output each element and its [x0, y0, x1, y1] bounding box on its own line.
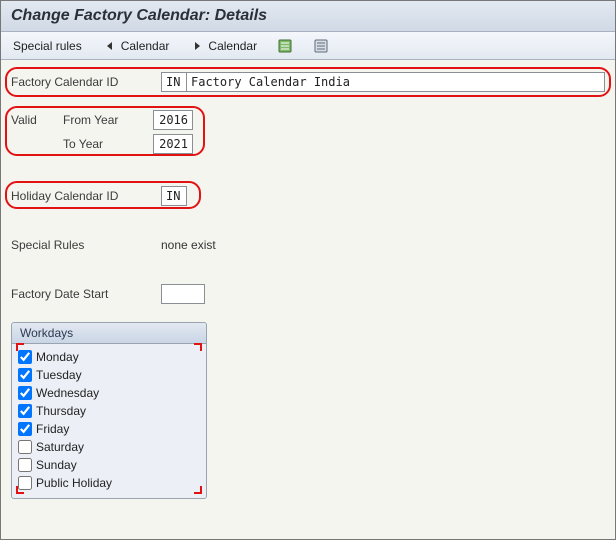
triangle-right-icon [189, 38, 205, 54]
highlight-corner [194, 343, 202, 351]
special-rules-value: none exist [161, 238, 216, 252]
next-calendar-button[interactable]: Calendar [185, 36, 261, 56]
special-rules-button[interactable]: Special rules [9, 37, 86, 55]
workday-label: Saturday [36, 440, 84, 454]
from-year-label: From Year [63, 113, 153, 127]
valid-block: Valid From Year To Year [11, 110, 193, 158]
workday-label: Thursday [36, 404, 86, 418]
titlebar: Change Factory Calendar: Details [1, 1, 615, 32]
workday-checkbox[interactable] [18, 440, 32, 454]
workday-label: Friday [36, 422, 69, 436]
factory-calendar-id-desc[interactable] [186, 72, 605, 92]
valid-label: Valid [11, 113, 63, 127]
document-green-icon [277, 38, 293, 54]
workday-row[interactable]: Saturday [18, 438, 200, 456]
workday-label: Tuesday [36, 368, 82, 382]
to-year-label: To Year [63, 137, 153, 151]
special-rules-row: Special Rules none exist [11, 238, 605, 252]
factory-calendar-id-block: Factory Calendar ID [11, 72, 605, 92]
workday-row[interactable]: Thursday [18, 402, 200, 420]
to-year-input[interactable] [153, 134, 193, 154]
highlight-corner [16, 343, 24, 351]
workday-row[interactable]: Sunday [18, 456, 200, 474]
prev-calendar-button[interactable]: Calendar [98, 36, 174, 56]
next-calendar-label: Calendar [208, 39, 257, 53]
workday-checkbox[interactable] [18, 458, 32, 472]
holiday-calendar-id-block: Holiday Calendar ID [11, 186, 187, 210]
workday-checkbox[interactable] [18, 404, 32, 418]
form-body: Factory Calendar ID Valid From Year To Y… [1, 60, 615, 511]
toolbar-icon-2[interactable] [309, 36, 333, 56]
workday-checkbox[interactable] [18, 368, 32, 382]
workday-row[interactable]: Friday [18, 420, 200, 438]
page-title: Change Factory Calendar: Details [11, 7, 605, 25]
factory-date-start-label: Factory Date Start [11, 287, 161, 301]
workday-row[interactable]: Tuesday [18, 366, 200, 384]
workdays-group: Workdays Monday Tuesday Wednesday Thursday F… [11, 322, 207, 499]
workdays-title: Workdays [12, 323, 206, 344]
toolbar-icon-1[interactable] [273, 36, 297, 56]
factory-date-start-row: Factory Date Start [11, 284, 605, 304]
document-list-icon [313, 38, 329, 54]
workday-checkbox[interactable] [18, 386, 32, 400]
highlight-corner [194, 486, 202, 494]
holiday-calendar-id-code[interactable] [161, 186, 187, 206]
special-rules-label: Special Rules [11, 238, 161, 252]
holiday-calendar-id-label: Holiday Calendar ID [11, 189, 161, 203]
special-rules-label: Special rules [13, 39, 82, 53]
workday-label: Public Holiday [36, 476, 112, 490]
toolbar: Special rules Calendar Calendar [1, 32, 615, 60]
workday-row[interactable]: Public Holiday [18, 474, 200, 492]
highlight-corner [16, 486, 24, 494]
triangle-left-icon [102, 38, 118, 54]
from-year-input[interactable] [153, 110, 193, 130]
workday-row[interactable]: Wednesday [18, 384, 200, 402]
workday-label: Monday [36, 350, 79, 364]
workday-label: Sunday [36, 458, 77, 472]
window: Change Factory Calendar: Details Special… [0, 0, 616, 540]
prev-calendar-label: Calendar [121, 39, 170, 53]
factory-calendar-id-code[interactable] [161, 72, 187, 92]
workday-checkbox[interactable] [18, 350, 32, 364]
factory-date-start-input[interactable] [161, 284, 205, 304]
workday-label: Wednesday [36, 386, 99, 400]
workday-checkbox[interactable] [18, 422, 32, 436]
workday-row[interactable]: Monday [18, 348, 200, 366]
factory-calendar-id-label: Factory Calendar ID [11, 75, 161, 89]
